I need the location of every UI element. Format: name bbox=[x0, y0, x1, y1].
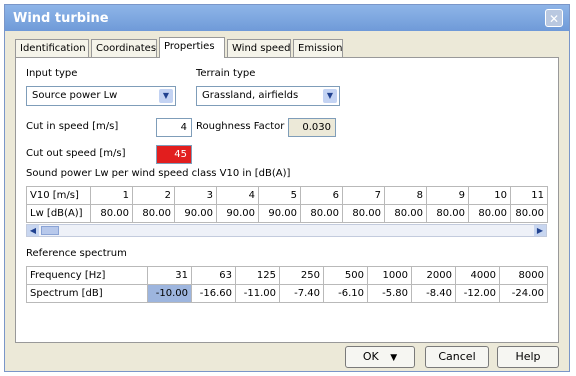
cut-in-speed-input[interactable]: 4 bbox=[156, 118, 192, 137]
spectrum-cell[interactable]: -5.80 bbox=[367, 284, 412, 303]
frequency-cell: 8000 bbox=[499, 266, 548, 285]
spectrum-cell[interactable]: -24.00 bbox=[499, 284, 548, 303]
v10-row-label: V10 [m/s] bbox=[26, 186, 91, 205]
lw-cell[interactable]: 80.00 bbox=[342, 204, 385, 223]
v10-cell: 11 bbox=[510, 186, 548, 205]
chevron-down-icon[interactable]: ▼ bbox=[323, 89, 337, 103]
v10-cell: 6 bbox=[300, 186, 343, 205]
v10-cell: 4 bbox=[216, 186, 259, 205]
close-icon[interactable]: ✕ bbox=[545, 9, 563, 27]
input-type-select[interactable]: Source power Lw ▼ bbox=[26, 86, 176, 106]
v10-cell: 3 bbox=[174, 186, 217, 205]
help-button[interactable]: Help bbox=[497, 346, 559, 368]
frequency-cell: 125 bbox=[235, 266, 280, 285]
spectrum-row-label: Spectrum [dB] bbox=[26, 284, 148, 303]
ok-button[interactable]: OK ▼ bbox=[345, 346, 415, 368]
sound-power-table: V10 [m/s] 1 2 3 4 5 6 7 8 9 10 11 Lw [dB… bbox=[26, 186, 548, 223]
lw-cell[interactable]: 80.00 bbox=[426, 204, 469, 223]
lw-cell[interactable]: 90.00 bbox=[258, 204, 301, 223]
spectrum-cell[interactable]: -10.00 bbox=[147, 284, 192, 303]
tab-identification[interactable]: Identification bbox=[15, 39, 89, 57]
title-bar: Wind turbine ✕ bbox=[5, 5, 569, 31]
wind-turbine-dialog: Wind turbine ✕ Identification Coordinate… bbox=[4, 4, 570, 372]
lw-cell[interactable]: 80.00 bbox=[300, 204, 343, 223]
tab-coordinates[interactable]: Coordinates bbox=[91, 39, 157, 57]
v10-cell: 10 bbox=[468, 186, 511, 205]
spectrum-cell[interactable]: -8.40 bbox=[411, 284, 456, 303]
cancel-button[interactable]: Cancel bbox=[425, 346, 489, 368]
spectrum-cell[interactable]: -6.10 bbox=[323, 284, 368, 303]
frequency-row-label: Frequency [Hz] bbox=[26, 266, 148, 285]
terrain-type-value: Grassland, airfields bbox=[202, 90, 299, 101]
frequency-cell: 63 bbox=[191, 266, 236, 285]
lw-cell[interactable]: 80.00 bbox=[510, 204, 548, 223]
sound-power-caption: Sound power Lw per wind speed class V10 … bbox=[26, 168, 291, 179]
spectrum-cell[interactable]: -7.40 bbox=[279, 284, 324, 303]
cut-out-label: Cut out speed [m/s] bbox=[26, 148, 126, 159]
v10-cell: 7 bbox=[342, 186, 385, 205]
v10-cell: 1 bbox=[90, 186, 133, 205]
v10-cell: 8 bbox=[384, 186, 427, 205]
horizontal-scrollbar[interactable]: ◀ ▶ bbox=[26, 224, 547, 237]
tab-wind-speed[interactable]: Wind speed bbox=[227, 39, 291, 57]
input-type-label: Input type bbox=[26, 68, 78, 79]
spectrum-cell[interactable]: -12.00 bbox=[455, 284, 500, 303]
table-row: Spectrum [dB] -10.00 -16.60 -11.00 -7.40… bbox=[26, 284, 548, 303]
roughness-label: Roughness Factor bbox=[196, 121, 285, 132]
spectrum-cell[interactable]: -16.60 bbox=[191, 284, 236, 303]
frequency-cell: 1000 bbox=[367, 266, 412, 285]
input-type-value: Source power Lw bbox=[32, 90, 118, 101]
lw-cell[interactable]: 80.00 bbox=[90, 204, 133, 223]
lw-cell[interactable]: 90.00 bbox=[216, 204, 259, 223]
window-title: Wind turbine bbox=[13, 11, 109, 26]
frequency-cell: 500 bbox=[323, 266, 368, 285]
spectrum-cell[interactable]: -11.00 bbox=[235, 284, 280, 303]
tab-properties[interactable]: Properties bbox=[159, 37, 225, 58]
terrain-type-label: Terrain type bbox=[196, 68, 256, 79]
v10-cell: 5 bbox=[258, 186, 301, 205]
triangle-down-icon[interactable]: ▼ bbox=[390, 353, 397, 363]
v10-cell: 2 bbox=[132, 186, 175, 205]
reference-spectrum-caption: Reference spectrum bbox=[26, 248, 127, 259]
ok-label: OK bbox=[362, 350, 379, 363]
table-row: V10 [m/s] 1 2 3 4 5 6 7 8 9 10 11 bbox=[26, 186, 548, 205]
v10-cell: 9 bbox=[426, 186, 469, 205]
table-row: Frequency [Hz] 31 63 125 250 500 1000 20… bbox=[26, 266, 548, 285]
tab-emission[interactable]: Emission bbox=[293, 39, 343, 57]
scroll-left-icon[interactable]: ◀ bbox=[27, 225, 39, 236]
cut-out-speed-input[interactable]: 45 bbox=[156, 145, 192, 164]
lw-cell[interactable]: 90.00 bbox=[174, 204, 217, 223]
frequency-cell: 31 bbox=[147, 266, 192, 285]
lw-cell[interactable]: 80.00 bbox=[132, 204, 175, 223]
lw-row-label: Lw [dB(A)] bbox=[26, 204, 91, 223]
lw-cell[interactable]: 80.00 bbox=[384, 204, 427, 223]
frequency-cell: 250 bbox=[279, 266, 324, 285]
table-row: Lw [dB(A)] 80.00 80.00 90.00 90.00 90.00… bbox=[26, 204, 548, 223]
cut-in-label: Cut in speed [m/s] bbox=[26, 121, 119, 132]
reference-spectrum-table: Frequency [Hz] 31 63 125 250 500 1000 20… bbox=[26, 266, 548, 303]
scroll-right-icon[interactable]: ▶ bbox=[534, 225, 546, 236]
properties-panel: Input type Source power Lw ▼ Terrain typ… bbox=[15, 57, 559, 343]
scroll-thumb[interactable] bbox=[41, 226, 59, 235]
lw-cell[interactable]: 80.00 bbox=[468, 204, 511, 223]
frequency-cell: 4000 bbox=[455, 266, 500, 285]
chevron-down-icon[interactable]: ▼ bbox=[159, 89, 173, 103]
frequency-cell: 2000 bbox=[411, 266, 456, 285]
terrain-type-select[interactable]: Grassland, airfields ▼ bbox=[196, 86, 340, 106]
roughness-factor-value: 0.030 bbox=[288, 118, 336, 137]
